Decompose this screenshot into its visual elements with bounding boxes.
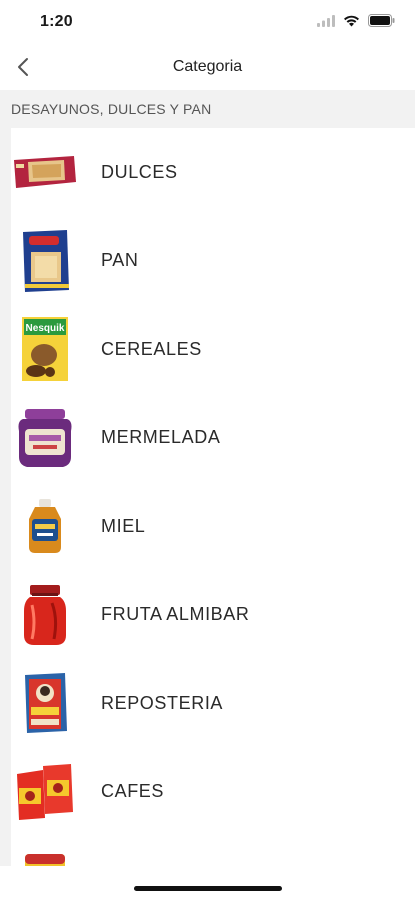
bread-box-icon bbox=[11, 226, 79, 296]
honey-jar-icon bbox=[11, 491, 79, 561]
jam-jar-icon bbox=[11, 403, 79, 473]
category-label: DULCES bbox=[101, 161, 178, 182]
category-label: REPOSTERIA bbox=[101, 692, 224, 713]
category-item-partial[interactable] bbox=[11, 836, 415, 866]
category-label: FRUTA ALMIBAR bbox=[101, 604, 250, 625]
nav-bar: Categoria bbox=[0, 44, 415, 90]
product-can-icon bbox=[11, 845, 79, 866]
category-item-cereales[interactable]: Nesquik CEREALES bbox=[11, 305, 415, 394]
category-label: CEREALES bbox=[101, 338, 202, 359]
home-indicator[interactable] bbox=[134, 886, 282, 891]
biscuit-pack-icon bbox=[11, 137, 79, 207]
category-item-pan[interactable]: PAN bbox=[11, 217, 415, 306]
category-item-miel[interactable]: MIEL bbox=[11, 482, 415, 571]
page-title: Categoria bbox=[172, 58, 243, 75]
battery-icon bbox=[368, 14, 395, 27]
cereal-box-icon: Nesquik bbox=[11, 314, 79, 384]
category-list: DULCES PAN Nesquik CEREALES MERMELADA MI… bbox=[11, 128, 415, 866]
category-label: CAFES bbox=[101, 781, 165, 802]
status-bar: 1:20 bbox=[0, 0, 415, 44]
section-header-label: DESAYUNOS, DULCES Y PAN bbox=[11, 101, 212, 117]
svg-text:Nesquik: Nesquik bbox=[26, 323, 65, 334]
coffee-pack-icon bbox=[11, 757, 79, 827]
baking-box-icon bbox=[11, 668, 79, 738]
category-item-mermelada[interactable]: MERMELADA bbox=[11, 394, 415, 483]
status-time: 1:20 bbox=[40, 13, 73, 30]
category-item-cafes[interactable]: CAFES bbox=[11, 748, 415, 837]
category-label: MERMELADA bbox=[101, 427, 221, 448]
status-icons bbox=[317, 14, 395, 27]
category-item-dulces[interactable]: DULCES bbox=[11, 128, 415, 217]
fruit-jar-icon bbox=[11, 580, 79, 650]
wifi-icon bbox=[344, 15, 359, 26]
signal-icon bbox=[317, 14, 335, 27]
category-label: MIEL bbox=[101, 515, 146, 536]
section-header: DESAYUNOS, DULCES Y PAN bbox=[0, 90, 415, 128]
category-label: PAN bbox=[101, 250, 139, 271]
category-item-fruta-almibar[interactable]: FRUTA ALMIBAR bbox=[11, 571, 415, 660]
list-gutter bbox=[0, 128, 11, 866]
category-item-reposteria[interactable]: REPOSTERIA bbox=[11, 659, 415, 748]
